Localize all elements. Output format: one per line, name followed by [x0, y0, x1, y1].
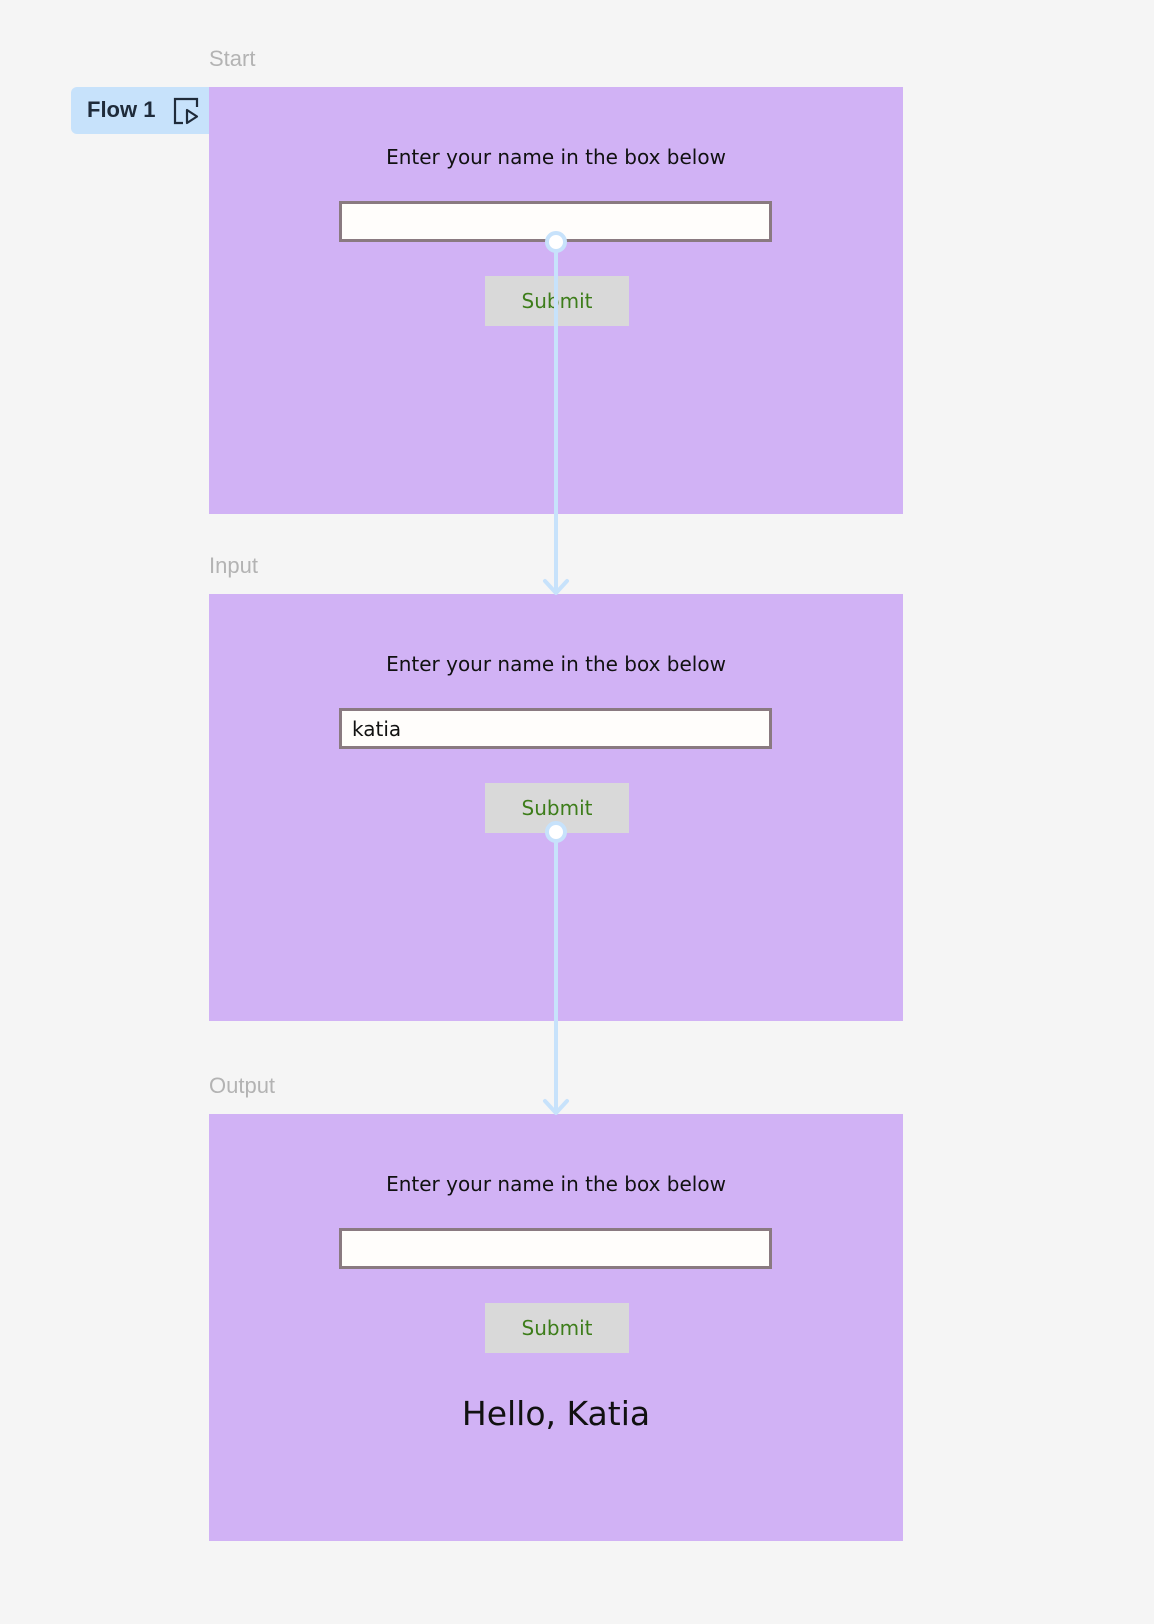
frame-label-output: Output: [209, 1073, 276, 1098]
frame-output[interactable]: Enter your name in the box below Submit …: [209, 1114, 903, 1541]
frame-input[interactable]: Enter your name in the box below Submit: [209, 594, 903, 1021]
prompt-text: Enter your name in the box below: [386, 1172, 726, 1196]
name-input[interactable]: [339, 1228, 772, 1269]
prompt-text: Enter your name in the box below: [386, 652, 726, 676]
prompt-text: Enter your name in the box below: [386, 145, 726, 169]
submit-button[interactable]: Submit: [485, 783, 629, 833]
submit-button[interactable]: Submit: [485, 276, 629, 326]
greeting-text: Hello, Katia: [461, 1394, 651, 1433]
flow-label: Flow 1: [87, 97, 156, 122]
frame-label-start: Start: [209, 46, 256, 71]
submit-button[interactable]: Submit: [485, 1303, 629, 1353]
play-frame-icon[interactable]: [171, 97, 199, 125]
flow-1-badge[interactable]: Flow 1: [71, 87, 209, 134]
frame-start[interactable]: Enter your name in the box below Submit: [209, 87, 903, 514]
name-input[interactable]: [339, 201, 772, 242]
frame-label-input: Input: [209, 553, 258, 578]
name-input[interactable]: [339, 708, 772, 749]
